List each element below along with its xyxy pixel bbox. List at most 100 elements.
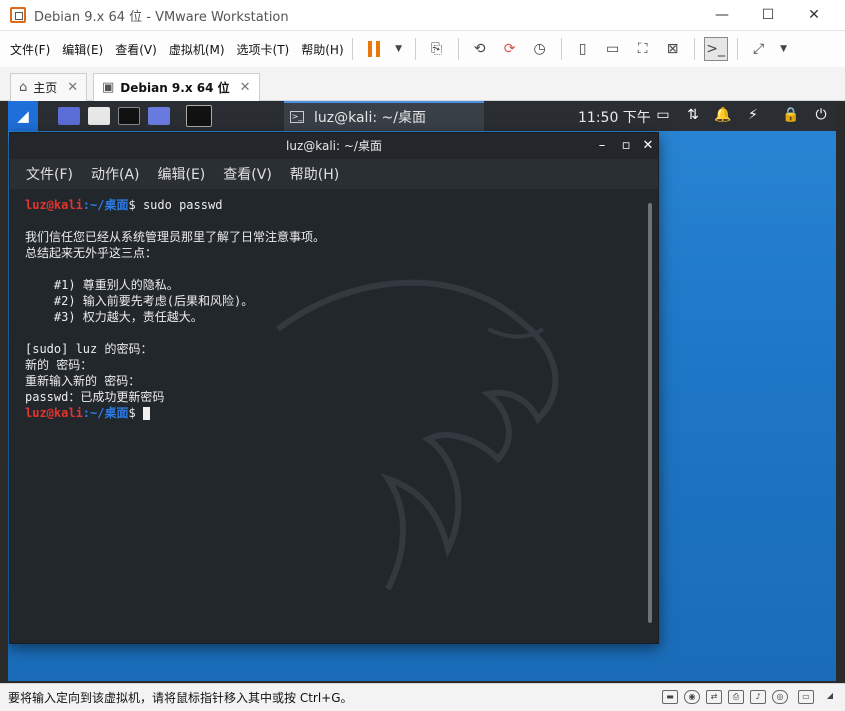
menu-help[interactable]: 帮助(H) [301,41,343,58]
toolbar-divider [351,38,353,60]
maximize-button[interactable]: ☐ [756,4,780,26]
snapshot-manager-icon[interactable]: ◷ [528,37,552,61]
terminal-line: 新的 密码： [25,358,93,372]
taskbar-terminal-label: luz@kali: ~/桌面 [314,110,426,126]
prompt-symbol: $ [128,198,136,212]
prompt-path: :~/桌面 [82,406,129,420]
toolbar-divider [457,38,459,60]
terminal-title: luz@kali: ~/桌面 [286,139,382,153]
prompt-user: luz@kali [25,198,83,212]
display-icon[interactable]: ▭ [654,106,672,124]
snapshot-icon[interactable]: ⟲ [468,37,492,61]
terminal-output[interactable]: luz@kali:~/桌面$ sudo passwd 我们信任您已经从系统管理员… [10,189,658,643]
menu-edit[interactable]: 编辑(E) [62,41,103,58]
window-title: Debian 9.x 64 位 - VMware Workstation [34,9,289,25]
prompt-symbol: $ [128,406,136,420]
display-settings-icon[interactable]: ▭ [798,690,814,704]
tab-close-icon[interactable]: ✕ [240,80,251,95]
vm-display[interactable]: ◢ >_ luz@kali: ~/桌面 11:50 下午 ▭ ⇅ 🔔 ⚡ 🔒 ⏻… [8,101,836,681]
unity-icon[interactable]: ⊠ [661,37,685,61]
menu-view[interactable]: 查看(V) [115,41,157,58]
tab-home-label: 主页 [33,81,58,95]
vm-icon: ▣ [102,80,115,95]
network-icon[interactable]: ⇅ [684,106,702,124]
logout-icon[interactable]: ⏻ [812,106,830,124]
usb-device-icon[interactable]: ◎ [772,690,788,704]
stretch-dropdown-icon[interactable]: ▼ [777,37,791,61]
hard-disk-icon[interactable]: ▬ [662,690,678,704]
fullscreen-icon[interactable]: ⛶ [631,37,655,61]
menu-file[interactable]: 文件(F) [10,41,50,58]
notification-bell-icon[interactable]: 🔔 [714,106,732,124]
show-desktop-icon[interactable] [58,107,80,125]
terminal-window-icon[interactable] [186,105,212,127]
terminal-line: luz@kali:~/桌面$ sudo passwd [25,197,658,213]
terminal-menu-actions[interactable]: 动作(A) [91,164,140,184]
send-ctrl-alt-del-icon[interactable]: ⎘ [425,37,449,61]
network-adapter-icon[interactable]: ⇄ [706,690,722,704]
sound-card-icon[interactable]: ♪ [750,690,766,704]
terminal-line: #1) 尊重别人的隐私。 [25,278,179,292]
power-manager-icon[interactable]: ⚡ [744,106,762,124]
toolbar-divider [560,38,562,60]
terminal-line: 我们信任您已经从系统管理员那里了解了日常注意事项。 [25,230,326,244]
menu-tabs[interactable]: 选项卡(T) [237,41,290,58]
tab-vm-label: Debian 9.x 64 位 [120,81,230,95]
terminal-close-icon[interactable]: ✕ [638,133,658,159]
toolbar-divider [414,38,416,60]
thumbnail-bar-icon[interactable]: ▭ [601,37,625,61]
prompt-path: :~/桌面 [82,198,129,212]
vmware-titlebar: Debian 9.x 64 位 - VMware Workstation — ☐… [0,0,845,31]
console-view-icon[interactable]: >_ [703,37,728,61]
terminal-icon: >_ [290,111,304,123]
terminal-minimize-icon[interactable]: – [592,133,612,159]
printer-icon[interactable]: ⎙ [728,690,744,704]
terminal-line: 总结起来无外乎这三点： [25,246,158,260]
terminal-menu-edit[interactable]: 编辑(E) [158,164,206,184]
stretch-icon[interactable]: ⤢ [747,37,771,61]
pause-button[interactable] [362,37,386,61]
tab-debian-vm[interactable]: ▣ Debian 9.x 64 位 ✕ [93,73,260,101]
cd-rom-icon[interactable]: ◉ [684,690,700,704]
menu-vm[interactable]: 虚拟机(M) [169,41,225,58]
status-message: 要将输入定向到该虚拟机，请将鼠标指针移入其中或按 Ctrl+G。 [8,691,353,705]
resize-grip-icon: ◢ [826,691,834,700]
terminal-scrollbar[interactable] [648,203,652,623]
pause-dropdown-icon[interactable]: ▼ [392,37,406,61]
tab-home[interactable]: ⌂ 主页 ✕ [10,73,88,101]
revert-snapshot-icon[interactable]: ⟳ [498,37,522,61]
toolbar-divider [736,38,738,60]
panel-clock[interactable]: 11:50 下午 [578,107,651,127]
terminal-line: #3) 权力越大，责任越大。 [25,310,203,324]
terminal-window[interactable]: luz@kali: ~/桌面 – ▫ ✕ 文件(F) 动作(A) 编辑(E) 查… [9,132,659,644]
terminal-menu-help[interactable]: 帮助(H) [290,164,339,184]
tab-bar: ⌂ 主页 ✕ ▣ Debian 9.x 64 位 ✕ [0,67,845,101]
prompt-user: luz@kali [25,406,83,420]
taskbar-terminal-item[interactable]: >_ luz@kali: ~/桌面 [284,101,484,131]
vmware-logo-icon [10,7,26,23]
terminal-line: #2) 输入前要先考虑(后果和风险)。 [25,294,254,308]
tab-close-icon[interactable]: ✕ [67,80,78,95]
terminal-menu-view[interactable]: 查看(V) [223,164,272,184]
menu-toolbar: 文件(F) 编辑(E) 查看(V) 虚拟机(M) 选项卡(T) 帮助(H) ▼ … [0,31,845,67]
terminal-launcher-icon[interactable] [118,107,140,125]
sidebar-toggle-icon[interactable]: ▯ [571,37,595,61]
file-manager-icon[interactable] [88,107,110,125]
terminal-titlebar: luz@kali: ~/桌面 – ▫ ✕ [10,133,658,159]
status-bar: 要将输入定向到该虚拟机，请将鼠标指针移入其中或按 Ctrl+G。 ▬ ◉ ⇄ ⎙… [0,683,845,711]
minimize-button[interactable]: — [710,4,734,26]
screenshot-icon[interactable] [148,107,170,125]
terminal-line: 重新输入新的 密码： [25,374,141,388]
terminal-menubar: 文件(F) 动作(A) 编辑(E) 查看(V) 帮助(H) [10,159,658,189]
close-button[interactable]: ✕ [802,4,826,26]
kali-menu-icon[interactable]: ◢ [8,101,38,131]
terminal-line: passwd：已成功更新密码 [25,390,165,404]
kali-top-panel: ◢ >_ luz@kali: ~/桌面 11:50 下午 ▭ ⇅ 🔔 ⚡ 🔒 ⏻ [8,101,836,131]
lock-screen-icon[interactable]: 🔒 [782,106,800,124]
terminal-menu-file[interactable]: 文件(F) [26,164,73,184]
terminal-maximize-icon[interactable]: ▫ [616,133,636,159]
terminal-line: luz@kali:~/桌面$ [25,405,658,421]
